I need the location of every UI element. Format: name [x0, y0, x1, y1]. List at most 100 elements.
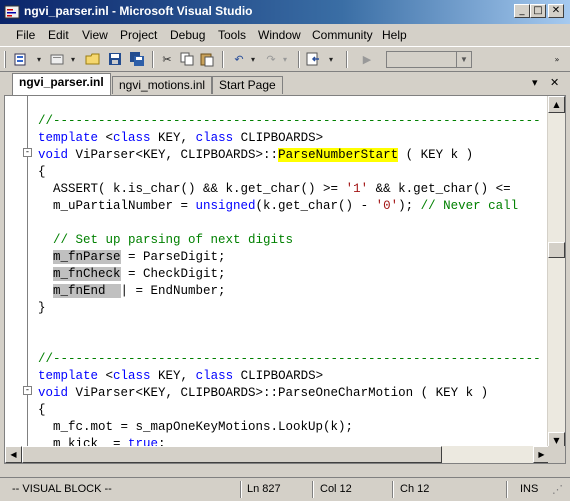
menu-debug[interactable]: Debug — [170, 28, 205, 42]
collapse-toggle[interactable]: - — [23, 148, 32, 157]
code-line[interactable]: void ViParser<KEY, CLIPBOARDS>::ParseOne… — [38, 385, 488, 402]
code-token: unsigned — [195, 199, 256, 213]
code-line[interactable]: { — [38, 164, 46, 181]
new-project-icon[interactable] — [12, 51, 30, 68]
visual-studio-icon — [4, 5, 20, 19]
tab-start-page[interactable]: Start Page — [212, 76, 283, 94]
code-token: && k.get_char() <= — [368, 182, 519, 196]
resize-grip-icon[interactable]: ⋰ — [552, 483, 563, 496]
code-token: m_fnParse — [53, 250, 121, 264]
code-token: m_uPartialNumber = — [38, 199, 196, 213]
dropdown-arrow-icon[interactable]: ▾ — [30, 51, 48, 68]
dropdown-arrow-icon[interactable]: ▾ — [322, 51, 340, 68]
menu-file[interactable]: File — [16, 28, 35, 42]
code-line[interactable]: template <class KEY, class CLIPBOARDS> — [38, 368, 323, 385]
code-line[interactable]: m_fnEnd | = EndNumber; — [38, 283, 226, 300]
maximize-button[interactable]: □ — [530, 4, 546, 18]
menu-window[interactable]: Window — [258, 28, 301, 42]
open-file-icon[interactable] — [84, 51, 102, 68]
code-line[interactable]: m_uPartialNumber = unsigned(k.get_char()… — [38, 198, 518, 215]
solution-configuration-combo[interactable]: ▼ — [386, 51, 472, 68]
code-token: ); — [398, 199, 421, 213]
code-token: class — [113, 369, 151, 383]
paste-icon[interactable] — [198, 51, 216, 68]
title-bar: ngvi_parser.inl - Microsoft Visual Studi… — [0, 0, 570, 24]
code-token: { — [38, 165, 46, 179]
code-token: template — [38, 131, 99, 145]
close-tab-icon[interactable]: ✕ — [550, 76, 559, 89]
menu-tools[interactable]: Tools — [218, 28, 246, 42]
code-token: } — [38, 301, 46, 315]
minimize-button[interactable]: _ — [514, 4, 530, 18]
code-token: m_fc.mot = s_mapOneKeyMotions.LookUp(k); — [38, 420, 354, 434]
code-line[interactable]: void ViParser<KEY, CLIPBOARDS>::ParseNum… — [38, 147, 473, 164]
code-line[interactable]: //--------------------------------------… — [38, 351, 541, 368]
tab-list-dropdown-icon[interactable]: ▾ — [532, 76, 538, 89]
outlining-margin: - - — [5, 96, 35, 449]
char-status: Ch 12 — [400, 483, 430, 495]
menu-edit[interactable]: Edit — [48, 28, 69, 42]
vertical-scroll-thumb[interactable] — [548, 242, 565, 258]
close-window-button[interactable]: ✕ — [548, 4, 564, 18]
copy-icon[interactable] — [178, 51, 196, 68]
menu-project[interactable]: Project — [120, 28, 157, 42]
horizontal-scroll-thumb[interactable] — [22, 446, 442, 463]
menu-help[interactable]: Help — [382, 28, 407, 42]
window-title: ngvi_parser.inl - Microsoft Visual Studi… — [24, 4, 253, 18]
code-line[interactable]: } — [38, 300, 46, 317]
status-bar: -- VISUAL BLOCK -- Ln 827 Col 12 Ch 12 I… — [0, 477, 570, 501]
code-line[interactable]: m_fc.mot = s_mapOneKeyMotions.LookUp(k); — [38, 419, 353, 436]
menu-community[interactable]: Community — [312, 28, 373, 42]
scrollbar-corner — [548, 446, 565, 463]
code-token: = CheckDigit; — [120, 267, 226, 281]
code-line[interactable]: m_fnCheck = CheckDigit; — [38, 266, 226, 283]
insert-mode-status: INS — [520, 483, 539, 495]
vertical-scrollbar[interactable]: ▲ ▼ — [547, 96, 565, 449]
code-token: '0' — [375, 199, 399, 213]
dropdown-arrow-icon[interactable]: ▾ — [276, 51, 294, 68]
code-token: ViParser<KEY, CLIPBOARDS>::ParseOneCharM… — [68, 386, 489, 400]
code-token: { — [38, 403, 46, 417]
start-debug-icon[interactable]: ▶ — [358, 51, 376, 68]
code-token: // Never call — [420, 199, 519, 213]
collapse-toggle[interactable]: - — [23, 386, 32, 395]
code-line[interactable]: m_fnParse = ParseDigit; — [38, 249, 226, 266]
toolbar-overflow-icon[interactable]: » — [548, 51, 566, 68]
menu-view[interactable]: View — [82, 28, 108, 42]
horizontal-scrollbar[interactable]: ◀ ▶ — [5, 446, 550, 463]
column-status: Col 12 — [320, 483, 352, 495]
dropdown-arrow-icon[interactable]: ▾ — [244, 51, 262, 68]
code-token: template — [38, 369, 99, 383]
code-token: void — [38, 148, 69, 162]
toolbar-grip[interactable] — [4, 51, 6, 68]
save-all-icon[interactable] — [128, 51, 146, 68]
code-token: | = EndNumber; — [120, 284, 226, 298]
code-token: //--------------------------------------… — [38, 352, 541, 366]
code-line[interactable]: ASSERT( k.is_char() && k.get_char() >= '… — [38, 181, 518, 198]
save-icon[interactable] — [106, 51, 124, 68]
editor-mode-status: -- VISUAL BLOCK -- — [12, 483, 112, 495]
code-token: m_fnEnd — [53, 284, 121, 298]
code-line[interactable]: //--------------------------------------… — [38, 113, 541, 130]
scroll-left-button[interactable]: ◀ — [5, 446, 22, 463]
scroll-up-button[interactable]: ▲ — [548, 96, 565, 113]
document-tabs: ngvi_parser.inl ngvi_motions.inl Start P… — [4, 73, 566, 95]
cut-icon[interactable]: ✂ — [158, 51, 176, 68]
code-token: (k.get_char() - — [255, 199, 376, 213]
tab-ngvi-motions[interactable]: ngvi_motions.inl — [112, 76, 213, 94]
code-token: //--------------------------------------… — [38, 114, 541, 128]
dropdown-arrow-icon[interactable]: ▾ — [64, 51, 82, 68]
tab-ngvi-parser[interactable]: ngvi_parser.inl — [12, 73, 111, 95]
code-token: < — [98, 369, 114, 383]
code-line[interactable]: { — [38, 402, 46, 419]
code-text-area[interactable]: //--------------------------------------… — [38, 96, 546, 449]
code-line[interactable]: // Set up parsing of next digits — [38, 232, 293, 249]
code-token: class — [195, 369, 234, 383]
navigate-backward-icon[interactable] — [304, 51, 322, 68]
code-line[interactable]: template <class KEY, class CLIPBOARDS> — [38, 130, 323, 147]
code-editor[interactable]: - - //----------------------------------… — [4, 95, 566, 464]
